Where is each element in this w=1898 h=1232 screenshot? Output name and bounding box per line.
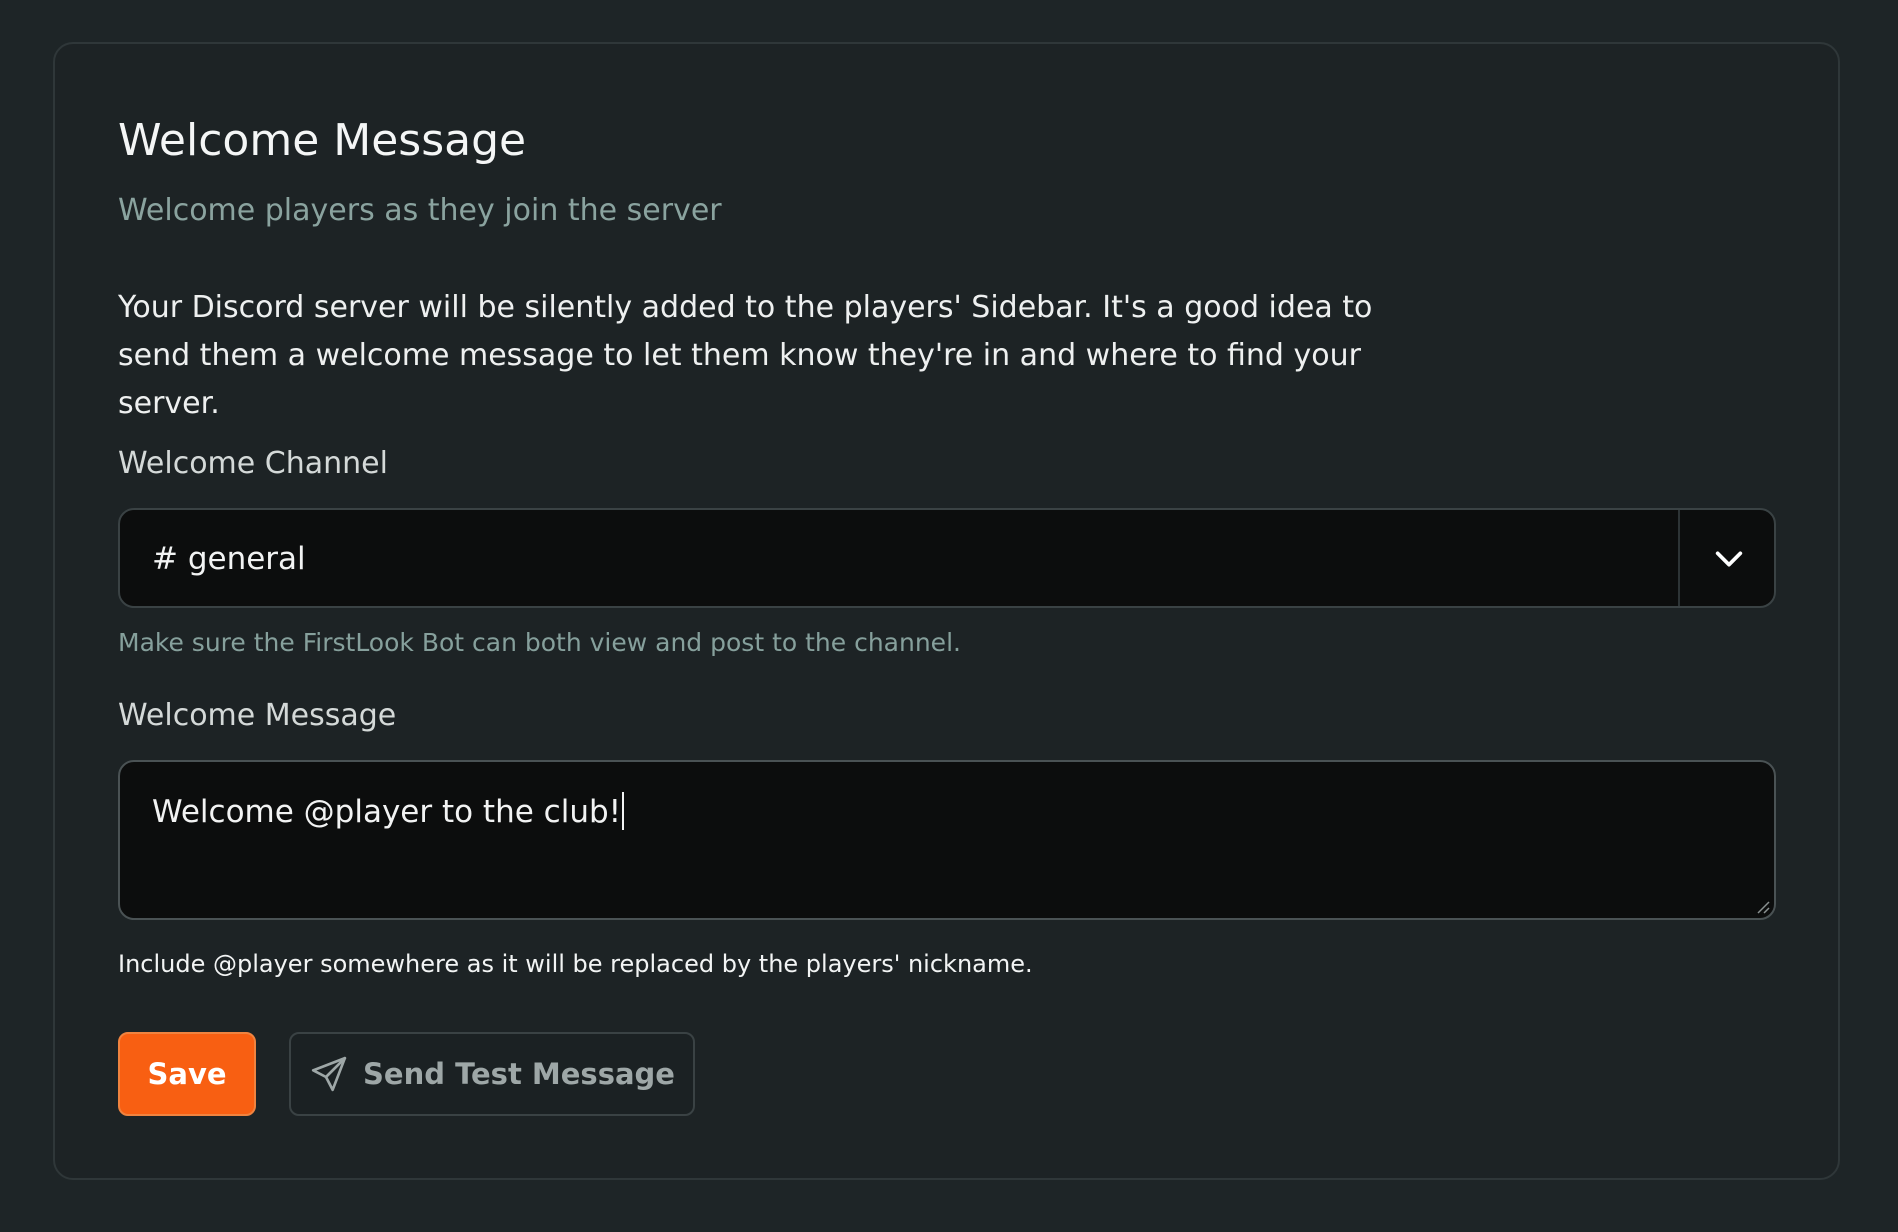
chevron-down-icon[interactable] xyxy=(1712,542,1746,576)
welcome-channel-label: Welcome Channel xyxy=(118,446,388,481)
select-divider xyxy=(1678,510,1680,606)
send-test-message-label: Send Test Message xyxy=(363,1057,675,1091)
save-button[interactable]: Save xyxy=(118,1032,256,1116)
send-test-message-button[interactable]: Send Test Message xyxy=(289,1032,695,1116)
channel-help-text: Make sure the FirstLook Bot can both vie… xyxy=(118,628,961,657)
save-button-label: Save xyxy=(147,1057,227,1091)
welcome-channel-select[interactable]: # general xyxy=(118,508,1776,608)
selected-channel: # general xyxy=(152,541,306,577)
send-icon xyxy=(311,1056,347,1092)
welcome-message-textarea[interactable]: Welcome @player to the club! xyxy=(118,760,1776,920)
resize-handle-icon[interactable] xyxy=(1754,898,1770,914)
message-help-text: Include @player somewhere as it will be … xyxy=(118,950,1033,978)
message-value: Welcome @player to the club! xyxy=(152,792,625,832)
card-description: Your Discord server will be silently add… xyxy=(118,290,1373,421)
welcome-message-label: Welcome Message xyxy=(118,698,397,733)
card-title: Welcome Message xyxy=(118,115,527,166)
card-subtitle: Welcome players as they join the server xyxy=(118,193,722,228)
text-caret xyxy=(622,792,625,830)
